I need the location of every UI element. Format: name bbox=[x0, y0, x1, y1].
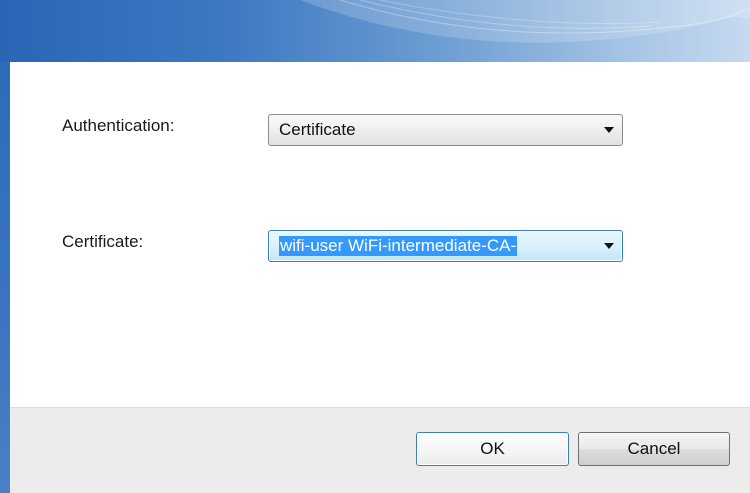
title-bar-decoration bbox=[300, 0, 750, 43]
ok-button[interactable]: OK bbox=[416, 432, 569, 466]
chevron-down-icon bbox=[604, 127, 614, 133]
certificate-select-value-wrap: wifi-user WiFi-intermediate-CA- bbox=[279, 236, 598, 256]
authentication-select-value: Certificate bbox=[279, 120, 356, 139]
dialog-content: Authentication: Certificate Certificate:… bbox=[10, 62, 750, 407]
certificate-label: Certificate: bbox=[62, 232, 144, 251]
dialog-footer: OK Cancel bbox=[10, 407, 750, 493]
certificate-select-value: wifi-user WiFi-intermediate-CA- bbox=[279, 236, 518, 256]
certificate-select[interactable]: wifi-user WiFi-intermediate-CA- bbox=[268, 230, 623, 262]
window-left-border bbox=[0, 62, 10, 493]
authentication-label: Authentication: bbox=[62, 116, 175, 135]
cancel-button[interactable]: Cancel bbox=[578, 432, 730, 466]
eap-settings-dialog: Authentication: Certificate Certificate:… bbox=[0, 0, 750, 493]
title-bar[interactable] bbox=[0, 0, 750, 62]
authentication-select[interactable]: Certificate bbox=[268, 114, 623, 146]
chevron-down-icon bbox=[604, 243, 614, 249]
